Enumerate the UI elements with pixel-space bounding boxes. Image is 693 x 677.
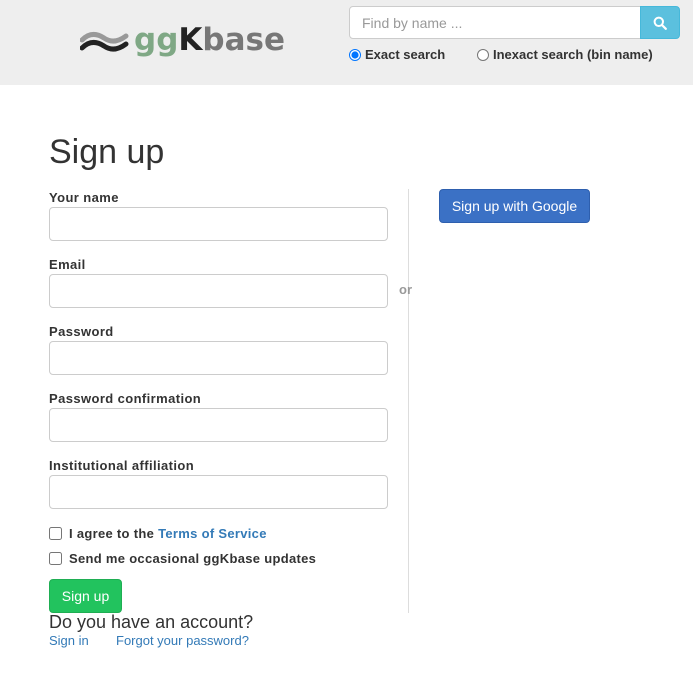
logo-k: K: [178, 22, 203, 58]
email-field[interactable]: [49, 274, 388, 308]
password-label: Password: [49, 324, 114, 339]
logo-base: base: [202, 22, 286, 58]
ggkbase-logo[interactable]: ggKbase: [80, 20, 285, 60]
inexact-search-radio[interactable]: [477, 48, 489, 61]
search-icon: [653, 16, 667, 30]
terms-of-service-link[interactable]: Terms of Service: [158, 526, 267, 541]
exact-search-option[interactable]: Exact search: [349, 47, 445, 62]
logo-gg: gg: [134, 22, 179, 58]
updates-label: Send me occasional ggKbase updates: [69, 551, 317, 566]
inexact-search-label: Inexact search (bin name): [493, 47, 653, 62]
affiliation-field[interactable]: [49, 475, 388, 509]
or-separator: or: [399, 282, 412, 297]
password-field[interactable]: [49, 341, 388, 375]
page-title: Sign up: [49, 133, 165, 171]
updates-opt-in[interactable]: Send me occasional ggKbase updates: [49, 551, 316, 566]
vertical-divider: [408, 189, 409, 613]
sign-up-with-google-button[interactable]: Sign up with Google: [439, 189, 590, 223]
forgot-password-link[interactable]: Forgot your password?: [116, 633, 249, 648]
logo-swoosh-icon: [80, 32, 129, 52]
terms-label: I agree to the: [69, 526, 155, 541]
search-input[interactable]: [349, 6, 641, 39]
affiliation-label: Institutional affiliation: [49, 458, 195, 473]
email-label: Email: [49, 257, 86, 272]
logo-wordmark: ggKbase: [134, 23, 285, 57]
terms-agreement[interactable]: I agree to the Terms of Service: [49, 526, 267, 541]
terms-checkbox[interactable]: [49, 527, 62, 540]
name-field[interactable]: [49, 207, 388, 241]
password-confirmation-label: Password confirmation: [49, 391, 202, 406]
have-account-text: Do you have an account?: [49, 612, 254, 632]
updates-checkbox[interactable]: [49, 552, 62, 565]
sign-up-button[interactable]: Sign up: [49, 579, 122, 613]
sign-in-link[interactable]: Sign in: [49, 633, 89, 648]
top-header: ggKbase Exact search Inexact search (bin…: [0, 0, 693, 85]
exact-search-label: Exact search: [365, 47, 446, 62]
password-confirmation-field[interactable]: [49, 408, 388, 442]
exact-search-radio[interactable]: [349, 48, 361, 61]
search-button[interactable]: [640, 6, 680, 39]
inexact-search-option[interactable]: Inexact search (bin name): [477, 47, 653, 62]
name-label: Your name: [49, 190, 119, 205]
